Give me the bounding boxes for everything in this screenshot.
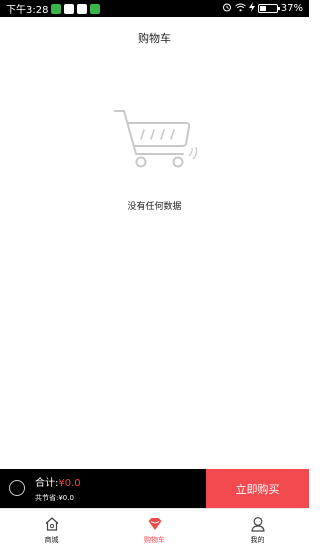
checkout-summary: 合计:¥0.0 共节省:¥0.0 [0,469,206,508]
cart-diamond-icon [147,516,163,532]
alarm-icon [222,2,232,15]
status-bar: 下午3:28 37% [0,0,309,17]
home-icon [44,516,60,532]
status-bar-right: 37% [222,2,303,15]
page-title: 购物车 [138,32,171,45]
empty-message: 没有任何数据 [127,202,182,212]
app-icon [90,3,101,14]
tab-label-mall: 商城 [44,536,59,544]
total-label: 合计: [35,478,59,489]
qq-icon [64,3,75,14]
status-bar-left: 下午3:28 [6,1,101,16]
shopping-cart-icon [110,108,200,170]
total-line: 合计:¥0.0 [35,474,81,489]
total-amount: ¥0.0 [58,478,81,489]
select-all-checkbox[interactable] [9,480,25,496]
tab-mall[interactable]: 商城 [0,509,103,550]
checkout-bar: 合计:¥0.0 共节省:¥0.0 立即购买 [0,469,309,508]
cart-content: 没有任何数据 [0,59,309,469]
charging-icon [248,2,255,15]
profile-icon [250,516,266,532]
wechat-icon [51,3,62,14]
saved-amount: 共节省:¥0.0 [35,494,74,502]
wifi-icon [234,3,246,15]
battery-icon [257,4,280,13]
tab-label-profile: 我的 [250,536,265,544]
header-bar: 购物车 [0,17,309,59]
buy-now-button[interactable]: 立即购买 [206,469,309,508]
battery-percent: 37% [280,3,303,14]
tab-profile[interactable]: 我的 [206,509,309,550]
qq-icon [77,3,88,14]
tab-cart[interactable]: 购物车 [103,509,206,550]
tab-label-cart: 购物车 [144,536,165,544]
tab-bar: 商城 购物车 我的 [0,508,309,550]
status-time: 下午3:28 [6,5,49,16]
